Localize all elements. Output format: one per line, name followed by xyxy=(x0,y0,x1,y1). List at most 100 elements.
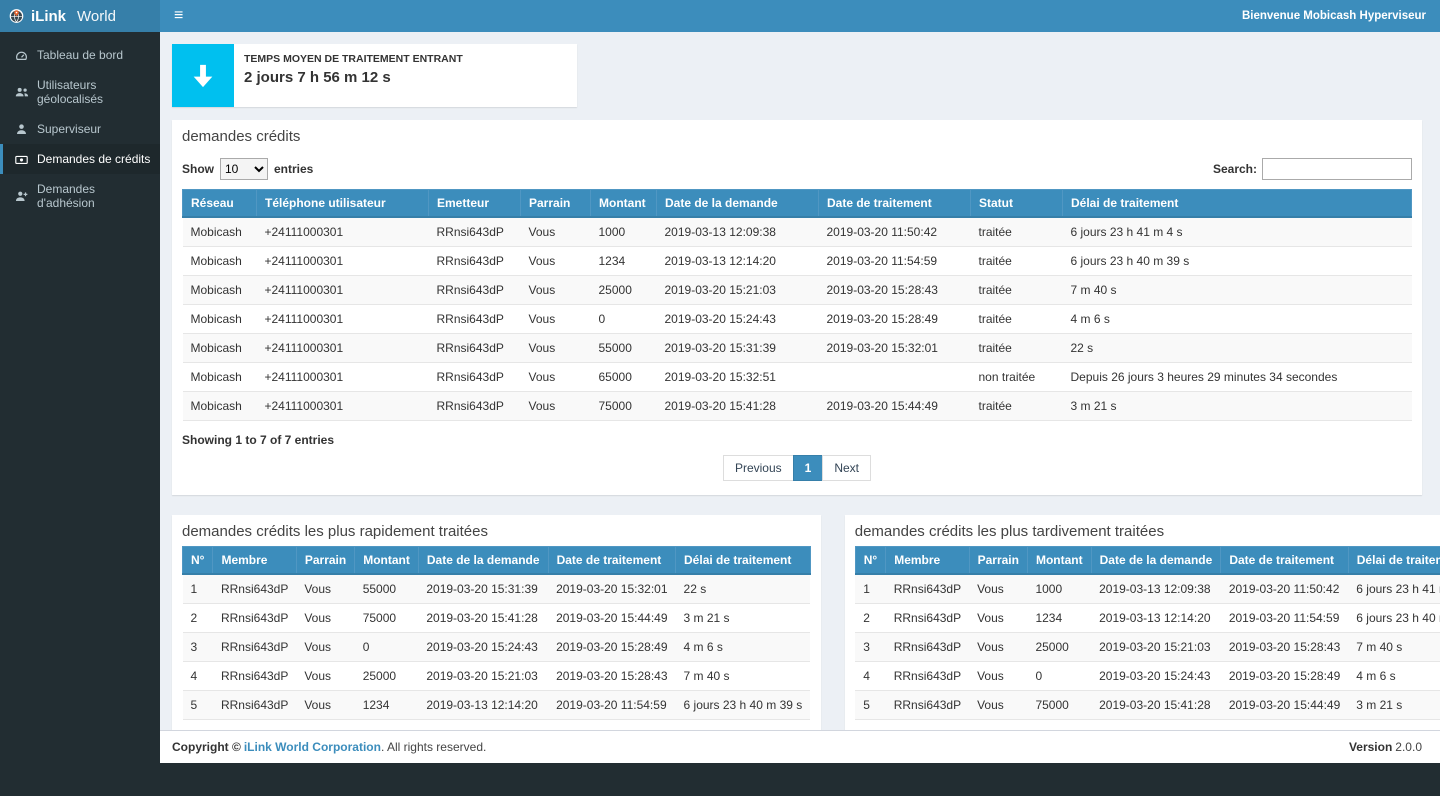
slowest-credits-panel: demandes crédits les plus tardivement tr… xyxy=(845,515,1440,730)
table-cell: 2019-03-20 15:32:51 xyxy=(657,363,819,392)
column-header: Parrain xyxy=(969,547,1027,575)
page-length-select[interactable]: 10 xyxy=(220,158,268,180)
column-header: N° xyxy=(855,547,885,575)
globe-pin-logo-icon xyxy=(9,6,24,26)
column-header: Date de la demande xyxy=(418,547,548,575)
pagination-previous-button[interactable]: Previous xyxy=(723,455,794,481)
column-header[interactable]: Téléphone utilisateur xyxy=(257,190,429,218)
version-value: 2.0.0 xyxy=(1395,740,1422,754)
table-cell: 2019-03-20 15:28:43 xyxy=(1221,633,1348,662)
table-cell: 0 xyxy=(591,305,657,334)
column-header[interactable]: Statut xyxy=(971,190,1063,218)
table-cell: Vous xyxy=(969,574,1027,604)
table-cell: 5 xyxy=(183,691,213,720)
table-cell: traitée xyxy=(971,334,1063,363)
table-row: 3RRnsi643dPVous250002019-03-20 15:21:032… xyxy=(855,633,1440,662)
table-row: Mobicash+24111000301RRnsi643dPVous02019-… xyxy=(183,305,1412,334)
table-cell xyxy=(819,363,971,392)
table-row: Mobicash+24111000301RRnsi643dPVous123420… xyxy=(183,247,1412,276)
pagination-page-1-button[interactable]: 1 xyxy=(793,455,824,481)
table-cell: Vous xyxy=(296,662,354,691)
table-cell: Mobicash xyxy=(183,305,257,334)
table-cell: RRnsi643dP xyxy=(213,574,296,604)
table-cell: +24111000301 xyxy=(257,305,429,334)
table-cell: 25000 xyxy=(1027,633,1091,662)
column-header[interactable]: Réseau xyxy=(183,190,257,218)
entries-length-control: Show 10 entries xyxy=(182,158,313,180)
table-row: Mobicash+24111000301RRnsi643dPVous550002… xyxy=(183,334,1412,363)
sidebar-item-tableau-de-bord[interactable]: Tableau de bord xyxy=(0,40,160,70)
sidebar-item-demandes-adhesion[interactable]: Demandes d'adhésion xyxy=(0,174,160,218)
table-cell: 7 m 40 s xyxy=(1063,276,1412,305)
search-control: Search: xyxy=(1213,158,1412,180)
table-cell: 2019-03-20 15:21:03 xyxy=(418,662,548,691)
table-cell: 4 xyxy=(855,662,885,691)
table-cell: 2019-03-13 12:14:20 xyxy=(657,247,819,276)
table-cell: 1 xyxy=(855,574,885,604)
table-cell: +24111000301 xyxy=(257,334,429,363)
table-cell: Vous xyxy=(969,691,1027,720)
table-cell: Vous xyxy=(521,276,591,305)
table-cell: 2 xyxy=(183,604,213,633)
dashboard-icon xyxy=(14,49,29,62)
column-header[interactable]: Parrain xyxy=(521,190,591,218)
table-cell: 1234 xyxy=(355,691,419,720)
users-location-icon xyxy=(14,86,29,99)
rights-text: . All rights reserved. xyxy=(381,740,486,754)
column-header[interactable]: Date de traitement xyxy=(819,190,971,218)
fastest-panel-title: demandes crédits les plus rapidement tra… xyxy=(172,515,821,546)
column-header[interactable]: Emetteur xyxy=(429,190,521,218)
table-cell: 2019-03-20 15:28:49 xyxy=(548,633,675,662)
table-cell: RRnsi643dP xyxy=(213,691,296,720)
table-cell: 2019-03-20 15:28:49 xyxy=(819,305,971,334)
table-cell: RRnsi643dP xyxy=(886,662,969,691)
table-cell: Vous xyxy=(969,633,1027,662)
column-header[interactable]: Montant xyxy=(591,190,657,218)
table-header-row: N°MembreParrainMontantDate de la demande… xyxy=(183,547,811,575)
brand-link[interactable]: iLinkWorld xyxy=(0,0,160,32)
sidebar-item-demandes-de-credits[interactable]: Demandes de crédits xyxy=(0,144,160,174)
search-label: Search: xyxy=(1213,162,1257,176)
table-cell: 4 m 6 s xyxy=(676,633,811,662)
table-cell: Vous xyxy=(296,633,354,662)
infobox-label: TEMPS MOYEN DE TRAITEMENT ENTRANT xyxy=(244,53,463,65)
table-cell: traitée xyxy=(971,276,1063,305)
sidebar-item-label: Utilisateurs géolocalisés xyxy=(37,78,152,106)
table-cell: 4 xyxy=(183,662,213,691)
table-cell: 2019-03-20 15:28:43 xyxy=(819,276,971,305)
column-header: Date de traitement xyxy=(548,547,675,575)
table-cell: 75000 xyxy=(1027,691,1091,720)
table-cell: 2019-03-20 15:21:03 xyxy=(657,276,819,305)
table-cell: 2019-03-20 15:28:43 xyxy=(548,662,675,691)
copyright-area: Copyright ©iLink World Corporation. All … xyxy=(172,740,486,754)
sidebar-item-superviseur[interactable]: Superviseur xyxy=(0,114,160,144)
main-area: TEMPS MOYEN DE TRAITEMENT ENTRANT 2 jour… xyxy=(160,32,1440,762)
column-header[interactable]: Date de la demande xyxy=(657,190,819,218)
sidebar-toggle-icon[interactable]: ≡ xyxy=(160,0,197,32)
table-cell: 2019-03-20 15:44:49 xyxy=(548,604,675,633)
table-cell: 4 m 6 s xyxy=(1063,305,1412,334)
table-cell: 55000 xyxy=(355,574,419,604)
table-cell: 6 jours 23 h 41 m 4 s xyxy=(1348,574,1440,604)
table-cell: RRnsi643dP xyxy=(429,363,521,392)
table-cell: +24111000301 xyxy=(257,392,429,421)
pagination-next-button[interactable]: Next xyxy=(822,455,871,481)
table-cell: 3 m 21 s xyxy=(1063,392,1412,421)
datatable-controls: Show 10 entries Search: xyxy=(182,151,1412,189)
table-cell: non traitée xyxy=(971,363,1063,392)
table-cell: RRnsi643dP xyxy=(213,604,296,633)
company-link[interactable]: iLink World Corporation xyxy=(244,740,381,754)
table-row: Mobicash+24111000301RRnsi643dPVous100020… xyxy=(183,217,1412,247)
column-header[interactable]: Délai de traitement xyxy=(1063,190,1412,218)
table-cell: 75000 xyxy=(355,604,419,633)
table-cell: Mobicash xyxy=(183,392,257,421)
table-body: 1RRnsi643dPVous550002019-03-20 15:31:392… xyxy=(183,574,811,720)
slowest-table: N°MembreParrainMontantDate de la demande… xyxy=(855,546,1440,720)
sidebar-item-utilisateurs-geolocalises[interactable]: Utilisateurs géolocalisés xyxy=(0,70,160,114)
search-input[interactable] xyxy=(1262,158,1412,180)
sidebar-item-label: Demandes d'adhésion xyxy=(37,182,152,210)
table-cell: 2019-03-20 15:31:39 xyxy=(418,574,548,604)
table-cell: Vous xyxy=(521,217,591,247)
table-cell: RRnsi643dP xyxy=(213,633,296,662)
table-cell: RRnsi643dP xyxy=(429,276,521,305)
